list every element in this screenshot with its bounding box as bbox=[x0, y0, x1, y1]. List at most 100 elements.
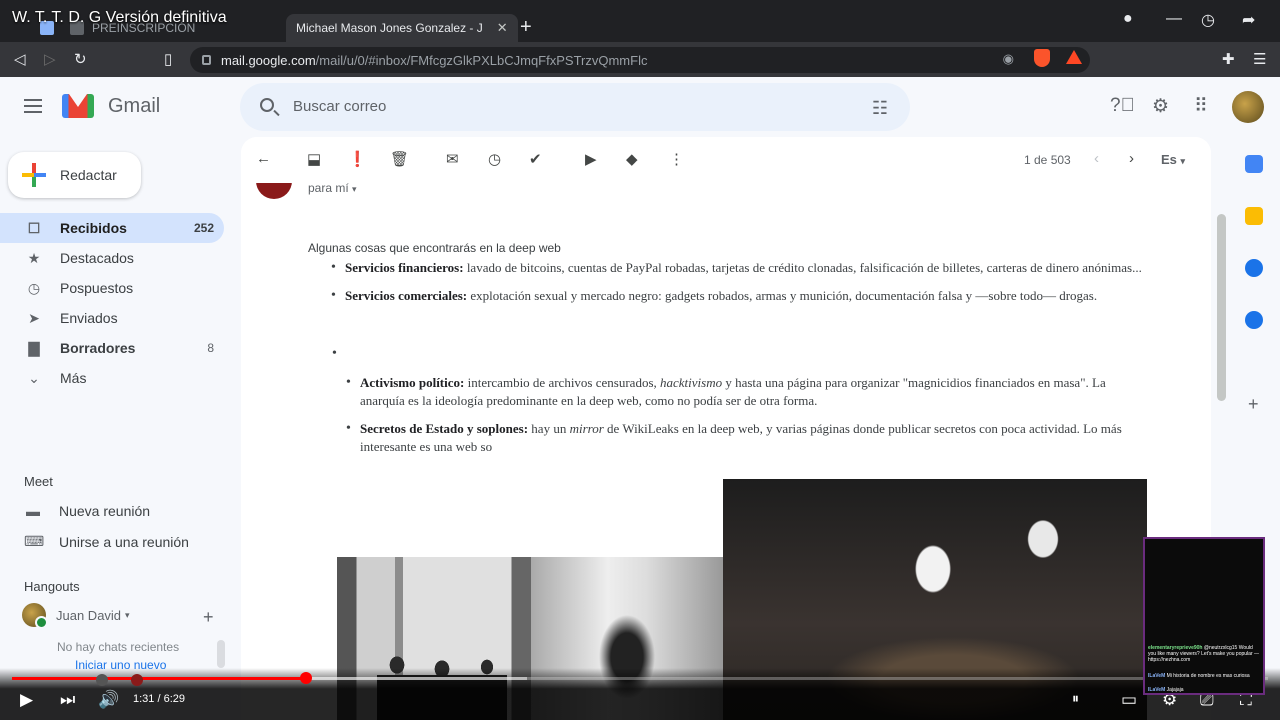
sidebar-item-label: Más bbox=[60, 370, 87, 386]
chat-text: Jajajaja bbox=[1165, 687, 1184, 693]
recipient-label: para mí bbox=[308, 181, 349, 195]
gmail-logo-icon[interactable] bbox=[62, 94, 94, 118]
chevron-down-icon: ⌄ bbox=[28, 369, 40, 386]
address-bar[interactable]: mail.google.com/mail/u/0/#inbox/FMfcgzGl… bbox=[190, 47, 1090, 73]
search-options-icon[interactable]: ☷ bbox=[872, 98, 888, 119]
clock-icon: ◷ bbox=[27, 279, 41, 296]
label-icon[interactable]: ◆ bbox=[626, 150, 638, 168]
chat-text: Mi historia de nombre es mas curiosa bbox=[1165, 673, 1250, 679]
report-spam-icon[interactable]: ❗ bbox=[348, 150, 367, 168]
next-email-icon[interactable]: › bbox=[1129, 150, 1134, 167]
item-heading: Servicios financieros: bbox=[345, 260, 464, 275]
caret-down-icon: ▾ bbox=[125, 609, 130, 620]
sidebar-scrollbar[interactable] bbox=[217, 640, 225, 668]
pagination-text: 1 de 503 bbox=[1024, 153, 1071, 167]
video-controls-gradient bbox=[0, 668, 1280, 720]
close-icon[interactable]: ✕ bbox=[497, 20, 508, 36]
forward-icon[interactable]: ▷ bbox=[44, 50, 56, 68]
sidebar-item-drafts[interactable]: ▇ Borradores 8 bbox=[0, 333, 224, 363]
compose-button[interactable]: Redactar bbox=[8, 152, 141, 198]
delete-icon[interactable]: 🗑 bbox=[390, 150, 409, 168]
video-title[interactable]: W. T. T. D. G Versión definitiva bbox=[12, 9, 227, 27]
hangouts-user[interactable]: Juan David ▾ bbox=[22, 603, 130, 629]
sidebar-item-inbox[interactable]: ☐ Recibidos 252 bbox=[0, 213, 224, 243]
video-camera-icon: ▬ bbox=[26, 503, 40, 519]
screen: PREINSCRIPCIÓN Michael Mason Jones Gonza… bbox=[0, 0, 1280, 720]
brave-shield-icon[interactable] bbox=[1034, 49, 1050, 67]
add-chat-icon[interactable]: + bbox=[203, 607, 214, 628]
item-italic: hacktivismo bbox=[660, 375, 723, 390]
caret-down-icon: ▾ bbox=[352, 184, 357, 194]
list-item: Activismo político: intercambio de archi… bbox=[346, 374, 1150, 410]
rewards-icon[interactable] bbox=[1066, 50, 1082, 64]
next-video-icon[interactable]: ⏭ bbox=[60, 690, 75, 710]
hangouts-user-name: Juan David bbox=[56, 607, 122, 623]
tab-active-gmail[interactable]: Michael Mason Jones Gonzalez - J ✕ bbox=[286, 14, 1280, 720]
language-select[interactable]: Es ▾ bbox=[1161, 152, 1185, 167]
help-icon[interactable]: ?⃝ bbox=[1110, 95, 1135, 117]
subtitles-icon[interactable]: ▭ bbox=[1121, 690, 1137, 710]
sidebar-item-more[interactable]: ⌄ Más bbox=[0, 363, 224, 393]
search-input[interactable]: Buscar correo bbox=[293, 98, 386, 115]
item-italic: mirror bbox=[569, 421, 604, 436]
sidebar-item-label: Borradores bbox=[60, 340, 136, 356]
sidebar-item-snoozed[interactable]: ◷ Pospuestos bbox=[0, 273, 224, 303]
language-label: Es bbox=[1161, 152, 1177, 167]
stream-chat-overlay: elementaryreprieve90h @neutrzxlcg15 Woul… bbox=[1143, 537, 1265, 695]
email-intro: Algunas cosas que encontrarás en la deep… bbox=[308, 241, 561, 255]
calendar-icon[interactable] bbox=[1245, 155, 1263, 173]
search-icon[interactable] bbox=[260, 98, 274, 112]
add-task-icon[interactable]: ✔ bbox=[529, 150, 542, 168]
back-to-inbox-icon[interactable]: ← bbox=[256, 150, 271, 167]
search-bar[interactable]: Buscar correo ☷ bbox=[240, 83, 910, 131]
contacts-icon[interactable] bbox=[1245, 311, 1263, 329]
tasks-icon[interactable] bbox=[1245, 259, 1263, 277]
sidebar-item-label: Destacados bbox=[60, 250, 134, 266]
email-list: Servicios financieros: lavado de bitcoin… bbox=[331, 259, 1165, 315]
chat-user: ILaVeM bbox=[1148, 673, 1166, 679]
mark-unread-icon[interactable]: ✉ bbox=[446, 150, 459, 168]
progress-scrubber[interactable] bbox=[299, 672, 312, 684]
compose-plus-icon bbox=[22, 163, 46, 187]
new-meeting-link[interactable]: ▬ Nueva reunión bbox=[24, 503, 150, 519]
watch-later-icon[interactable]: ◷ bbox=[1201, 10, 1215, 30]
archive-icon[interactable]: ⬓ bbox=[307, 150, 321, 168]
new-tab-button[interactable]: + bbox=[520, 16, 532, 39]
apps-grid-icon[interactable]: ⠿ bbox=[1194, 95, 1208, 118]
play-icon[interactable]: ▶ bbox=[20, 690, 33, 710]
settings-gear-icon[interactable]: ⚙ bbox=[1152, 95, 1169, 118]
back-icon[interactable]: ◁ bbox=[14, 50, 26, 68]
sidebar-item-label: Enviados bbox=[60, 310, 118, 326]
item-heading: Activismo político: bbox=[360, 375, 465, 390]
list-item: Servicios comerciales: explotación sexua… bbox=[331, 287, 1165, 305]
gmail-wordmark[interactable]: Gmail bbox=[108, 95, 160, 118]
sidebar-item-starred[interactable]: ★ Destacados bbox=[0, 243, 224, 273]
keep-icon[interactable] bbox=[1245, 207, 1263, 225]
autoplay-toggle-icon[interactable]: ⏸ bbox=[1072, 690, 1079, 707]
account-avatar[interactable] bbox=[1232, 91, 1264, 123]
recipient-details[interactable]: para mí ▾ bbox=[308, 181, 357, 195]
item-text: lavado de bitcoins, cuentas de PayPal ro… bbox=[463, 260, 1142, 275]
volume-icon[interactable]: 🔊 bbox=[98, 690, 119, 710]
minimize-icon[interactable]: — bbox=[1166, 10, 1182, 28]
snooze-icon[interactable]: ◷ bbox=[488, 150, 501, 168]
move-to-icon[interactable]: ▶ bbox=[585, 150, 597, 168]
item-text: explotación sexual y mercado negro: gadg… bbox=[467, 288, 1098, 303]
main-menu-icon[interactable] bbox=[24, 99, 42, 113]
drafts-count: 8 bbox=[207, 341, 214, 355]
prev-email-icon[interactable]: ‹ bbox=[1094, 150, 1099, 167]
more-options-icon[interactable]: ⋮ bbox=[669, 150, 684, 168]
share-icon[interactable]: ➦ bbox=[1242, 10, 1255, 30]
profile-dot-icon[interactable]: ● bbox=[1123, 10, 1133, 28]
eye-icon[interactable]: ◉ bbox=[1003, 51, 1014, 67]
email-scrollbar[interactable] bbox=[1217, 214, 1226, 401]
join-meeting-link[interactable]: ⌨ Unirse a una reunión bbox=[24, 533, 189, 550]
reload-icon[interactable]: ↻ bbox=[74, 50, 87, 68]
get-addons-icon[interactable]: + bbox=[1248, 394, 1259, 415]
extensions-icon[interactable]: ✚ bbox=[1222, 50, 1235, 68]
progress-played bbox=[12, 677, 306, 680]
item-heading: Servicios comerciales: bbox=[345, 288, 468, 303]
menu-icon[interactable]: ☰ bbox=[1253, 50, 1266, 68]
bookmark-icon[interactable]: ▯ bbox=[164, 50, 172, 68]
sidebar-item-sent[interactable]: ➤ Enviados bbox=[0, 303, 224, 333]
